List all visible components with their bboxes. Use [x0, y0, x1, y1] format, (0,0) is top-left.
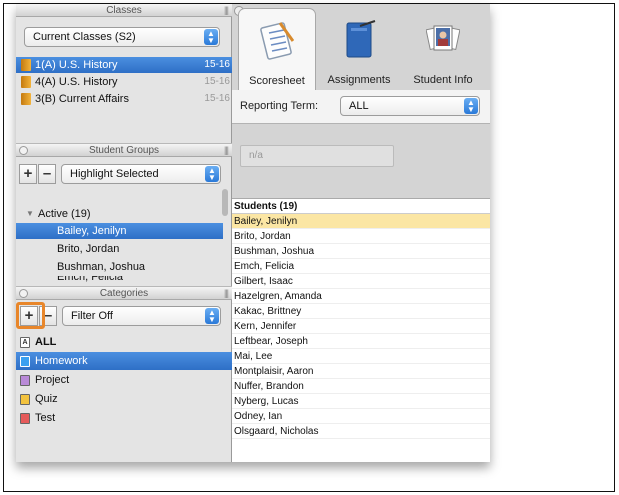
quiz-icon: [20, 394, 30, 405]
group-member[interactable]: Emch, Felicia: [16, 276, 232, 286]
students-list: Students (19) Bailey, Jenilyn Brito, Jor…: [232, 198, 490, 462]
student-row[interactable]: Kakac, Brittney: [232, 304, 490, 319]
student-row[interactable]: Bushman, Joshua: [232, 244, 490, 259]
class-year: 15-16: [204, 76, 230, 87]
disclosure-triangle-icon[interactable]: ▼: [26, 206, 34, 222]
homework-icon: [20, 356, 30, 367]
class-item-1a-us-history[interactable]: 1(A) U.S. History 15-16: [16, 57, 232, 73]
score-entry-field[interactable]: n/a: [240, 145, 394, 167]
class-book-icon: [21, 93, 31, 105]
categories-panel-title: Categories: [99, 288, 149, 299]
project-icon: [20, 375, 30, 386]
assignments-icon: [346, 20, 376, 58]
resize-grip-icon[interactable]: |||: [224, 144, 229, 157]
group-label: Active (19): [38, 208, 91, 220]
category-filter-select[interactable]: Filter Off ▲ ▼: [62, 306, 221, 326]
tab-assignments[interactable]: Assignments: [320, 8, 398, 94]
class-item-4a-us-history[interactable]: 4(A) U.S. History 15-16: [16, 74, 232, 90]
class-year: 15-16: [204, 93, 230, 104]
member-name: Emch, Felicia: [57, 276, 124, 283]
category-name: Project: [35, 374, 70, 386]
remove-group-button[interactable]: –: [38, 164, 56, 184]
tab-label: Student Info: [413, 74, 473, 86]
member-name: Bushman, Joshua: [57, 261, 146, 273]
category-filter-value: Filter Off: [71, 310, 113, 322]
add-category-highlight: [16, 302, 45, 329]
member-name: Bailey, Jenilyn: [57, 225, 127, 237]
class-name: 4(A) U.S. History: [35, 76, 118, 88]
sidebar: Classes ||| Current Classes (S2) ▲ ▼ 1(A)…: [16, 4, 232, 462]
current-classes-value: Current Classes (S2): [33, 31, 136, 43]
group-member[interactable]: Bailey, Jenilyn: [16, 223, 223, 239]
resize-grip-icon[interactable]: |||: [224, 4, 229, 17]
student-row[interactable]: Hazelgren, Amanda: [232, 289, 490, 304]
category-item-homework[interactable]: Homework: [16, 352, 232, 370]
gradebook-window: Classes ||| Current Classes (S2) ▲ ▼ 1(A)…: [16, 4, 490, 462]
class-name: 1(A) U.S. History: [35, 59, 118, 71]
student-row[interactable]: Bailey, Jenilyn: [232, 214, 490, 229]
group-member[interactable]: Brito, Jordan: [16, 241, 232, 257]
reporting-term-value: ALL: [349, 100, 369, 112]
category-item-test[interactable]: Test: [16, 409, 232, 427]
group-member[interactable]: Bushman, Joshua: [16, 259, 232, 275]
class-item-3b-current-affairs[interactable]: 3(B) Current Affairs 15-16: [16, 91, 232, 107]
student-row[interactable]: Montplaisir, Aaron: [232, 364, 490, 379]
class-book-icon: [21, 59, 31, 71]
student-row[interactable]: Emch, Felicia: [232, 259, 490, 274]
student-groups-panel-title: Student Groups: [88, 145, 160, 156]
student-row[interactable]: Mai, Lee: [232, 349, 490, 364]
group-active[interactable]: ▼ Active (19): [16, 206, 232, 222]
tab-label: Scoresheet: [249, 75, 305, 87]
student-row[interactable]: Nuffer, Brandon: [232, 379, 490, 394]
tab-student-info[interactable]: Student Info: [404, 8, 482, 94]
test-icon: [20, 413, 30, 424]
member-name: Brito, Jordan: [57, 243, 120, 255]
category-item-quiz[interactable]: Quiz: [16, 390, 232, 408]
scoresheet-icon: [260, 22, 294, 60]
category-name: Test: [35, 412, 56, 424]
student-info-icon: [426, 25, 460, 51]
reporting-term-label: Reporting Term:: [240, 100, 319, 112]
highlight-selected-value: Highlight Selected: [70, 168, 159, 180]
category-item-project[interactable]: Project: [16, 371, 232, 389]
category-name: Homework: [35, 355, 88, 367]
add-group-button[interactable]: +: [19, 164, 37, 184]
main-area: Scoresheet Assignments Student Info Repo: [232, 4, 490, 462]
student-row[interactable]: Nyberg, Lucas: [232, 394, 490, 409]
all-icon: A: [20, 337, 30, 348]
current-classes-select[interactable]: Current Classes (S2) ▲ ▼: [24, 27, 220, 47]
select-arrows-icon: ▲ ▼: [204, 29, 218, 45]
category-item-all[interactable]: A ALL: [16, 333, 232, 351]
class-name: 3(B) Current Affairs: [35, 93, 129, 105]
student-row[interactable]: Odney, Ian: [232, 409, 490, 424]
select-arrows-icon: ▲ ▼: [464, 98, 478, 114]
student-row[interactable]: Brito, Jordan: [232, 229, 490, 244]
classes-panel-header: Classes |||: [16, 4, 232, 17]
class-year: 15-16: [204, 59, 230, 70]
student-row[interactable]: Olsgaard, Nicholas: [232, 424, 490, 439]
student-row[interactable]: Gilbert, Isaac: [232, 274, 490, 289]
classes-panel-title: Classes: [106, 5, 142, 16]
student-row[interactable]: Kern, Jennifer: [232, 319, 490, 334]
tab-label: Assignments: [327, 74, 391, 86]
categories-panel-header: Categories |||: [16, 286, 232, 300]
select-arrows-icon: ▲ ▼: [205, 166, 219, 182]
tab-scoresheet[interactable]: Scoresheet: [238, 8, 316, 94]
resize-grip-icon[interactable]: |||: [224, 287, 229, 300]
highlight-selected-select[interactable]: Highlight Selected ▲ ▼: [61, 164, 221, 184]
class-book-icon: [21, 76, 31, 88]
student-groups-panel-header: Student Groups |||: [16, 143, 232, 157]
select-arrows-icon: ▲ ▼: [205, 308, 219, 324]
reporting-term-bar: Reporting Term: ALL ▲ ▼: [232, 90, 490, 124]
student-row[interactable]: Leftbear, Joseph: [232, 334, 490, 349]
category-name: Quiz: [35, 393, 58, 405]
students-header[interactable]: Students (19): [232, 199, 490, 214]
category-name: ALL: [35, 336, 57, 348]
reporting-term-select[interactable]: ALL ▲ ▼: [340, 96, 480, 116]
